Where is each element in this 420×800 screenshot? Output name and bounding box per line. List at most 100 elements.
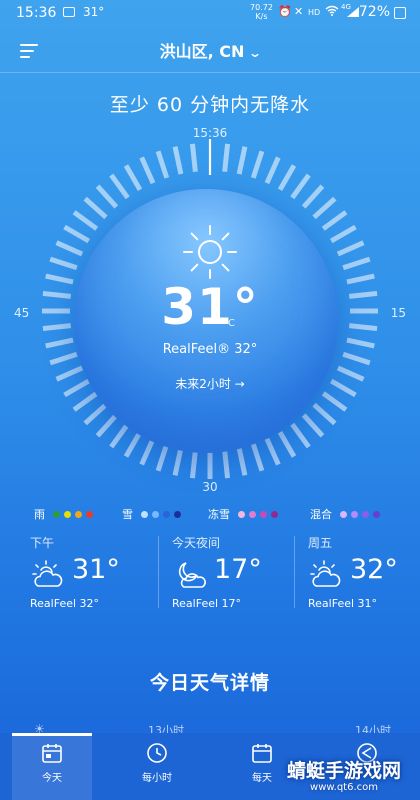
forecast-card-realfeel: RealFeel 31° xyxy=(308,597,378,610)
todays-details-title: 今日天气详情 xyxy=(149,672,270,694)
dial-tick xyxy=(277,164,297,192)
dial-tick xyxy=(189,143,198,173)
legend-label: 雨 xyxy=(34,508,45,521)
dial-tick xyxy=(222,143,231,173)
temperature-unit: C xyxy=(228,318,235,329)
legend-label: 雪 xyxy=(122,508,133,521)
battery-icon xyxy=(394,7,406,19)
current-temperature: 31° xyxy=(161,278,259,336)
watermark-url: www.qt6.com xyxy=(310,782,378,793)
legend-label: 混合 xyxy=(310,508,332,521)
legend-label: 冻雪 xyxy=(208,508,230,521)
legend-dot xyxy=(163,510,170,518)
dial-tick xyxy=(109,422,130,449)
legend-dot xyxy=(271,510,278,518)
legend-dot xyxy=(141,510,148,518)
dial-label-30: 30 xyxy=(202,480,218,494)
chevron-down-icon: ⌄ xyxy=(248,46,263,60)
dial-tick xyxy=(72,210,99,231)
dial-tick xyxy=(301,413,325,438)
calendar-today-icon xyxy=(42,744,62,763)
dial-tick xyxy=(336,240,365,257)
dial-tick xyxy=(63,224,91,244)
location-selector[interactable]: 洪山区, CN ⌄ xyxy=(0,38,420,62)
card-divider xyxy=(294,536,295,608)
dial-tick xyxy=(139,156,156,185)
forecast-card-title: 下午 xyxy=(30,536,55,550)
legend-dot xyxy=(86,510,93,518)
dial-tick xyxy=(236,146,248,175)
dial-tick xyxy=(264,156,281,185)
current-realfeel: RealFeel® 32° xyxy=(162,342,258,357)
dial-tick xyxy=(250,150,265,179)
legend-dot xyxy=(53,510,60,518)
forecast-card-title: 今天夜间 xyxy=(172,536,221,550)
next-2-hours-link[interactable]: 未来2小时 → xyxy=(0,375,420,392)
header-divider xyxy=(0,72,420,73)
precipitation-headline: 至少 60 分钟内无降水 xyxy=(109,94,311,116)
nav-label: 今天 xyxy=(42,773,62,784)
dial-tick xyxy=(155,150,170,179)
legend-dot xyxy=(64,510,71,518)
legend-dot xyxy=(249,510,256,518)
dial-tick xyxy=(342,256,371,271)
nav-hourly[interactable]: 每小时 xyxy=(117,733,197,800)
status-temp: 31° xyxy=(83,5,105,19)
legend-dot xyxy=(152,510,159,518)
dial-tick xyxy=(95,184,119,209)
legend-dot xyxy=(362,510,369,518)
legend-dot xyxy=(238,510,245,518)
network-speed: 70.72 K/s xyxy=(250,3,273,21)
dial-tick xyxy=(72,391,99,412)
dial-tick xyxy=(172,146,184,175)
watermark-text: 蜻蜓手游戏网 xyxy=(286,760,401,782)
dial-tick xyxy=(290,422,311,449)
legend-dot xyxy=(373,510,380,518)
dial-tick xyxy=(312,196,337,220)
dial-tick xyxy=(109,173,130,200)
legend-rain: 雨 xyxy=(34,506,97,522)
legend-dot xyxy=(75,510,82,518)
forecast-card-friday[interactable]: 周五 32° RealFeel 31° xyxy=(308,534,408,614)
dial-tick xyxy=(329,224,357,244)
alarm-icon: ⏰ xyxy=(278,5,292,18)
dial-tick xyxy=(290,173,311,200)
dial-tick xyxy=(312,402,337,426)
card-divider xyxy=(158,536,159,608)
forecast-card-temp: 32° xyxy=(350,554,398,585)
dial-tick xyxy=(189,449,198,479)
clock-icon xyxy=(147,743,167,763)
dial-tick xyxy=(123,430,143,458)
forecast-card-tonight[interactable]: 今天夜间 17° RealFeel 17° xyxy=(172,534,282,614)
dial-tick xyxy=(83,402,108,426)
dial-tick xyxy=(236,447,248,476)
moon-cloud-icon xyxy=(178,562,206,588)
legend-dot xyxy=(340,510,347,518)
dial-tick xyxy=(321,391,348,412)
image-notification-icon xyxy=(63,7,75,17)
forecast-card-realfeel: RealFeel 32° xyxy=(30,597,100,610)
forecast-card-realfeel: RealFeel 17° xyxy=(172,597,242,610)
network-speed-value: 70.72 xyxy=(250,3,273,12)
legend-snow: 雪 xyxy=(122,506,185,522)
dial-tick xyxy=(155,443,170,472)
legend-mix: 混合 xyxy=(310,506,384,522)
dial-tick xyxy=(301,184,325,209)
signal-icon xyxy=(347,7,359,20)
nav-today[interactable]: 今天 xyxy=(12,733,92,800)
dial-tick xyxy=(321,210,348,231)
dial-label-now: 15:36 xyxy=(192,126,228,140)
precipitation-legend: 雨 雪 冻雪 混合 xyxy=(0,506,420,522)
forecast-card-afternoon[interactable]: 下午 31° RealFeel 32° xyxy=(30,534,150,614)
wifi-icon xyxy=(325,5,339,19)
forecast-card-title: 周五 xyxy=(308,536,333,550)
nav-label: 每小时 xyxy=(142,773,172,784)
sun-cloud-icon xyxy=(32,560,63,587)
dial-tick xyxy=(172,447,184,476)
dial-tick xyxy=(277,430,297,458)
dial-tick xyxy=(139,437,156,466)
forecast-card-temp: 17° xyxy=(214,554,262,585)
legend-dot xyxy=(260,510,267,518)
dial-tick xyxy=(123,164,143,192)
legend-dot xyxy=(351,510,358,518)
